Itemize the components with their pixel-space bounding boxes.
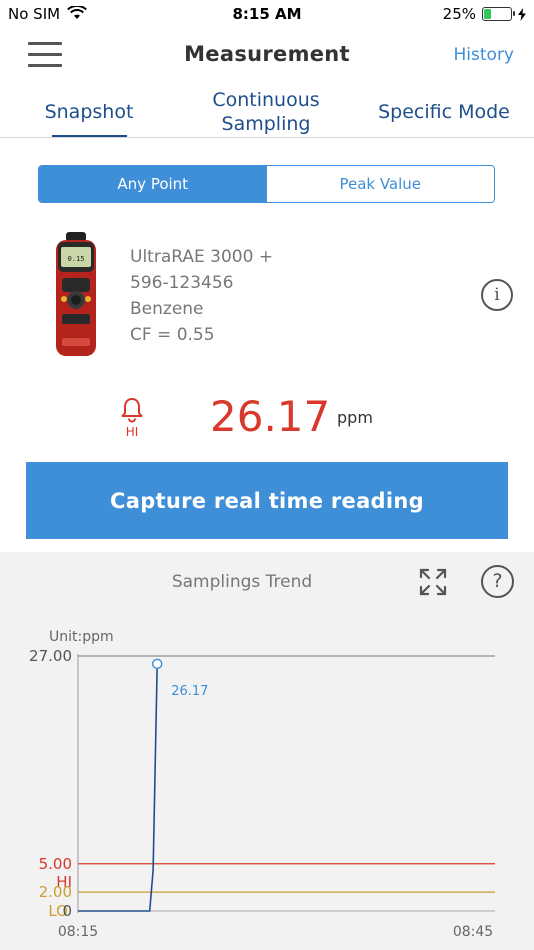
device-model: UltraRAE 3000 + — [130, 247, 274, 267]
device-serial: 596-123456 — [130, 273, 234, 293]
help-icon[interactable]: ? — [481, 565, 514, 598]
y-tick-label: 27.00 — [29, 647, 72, 665]
device-screen-value: 0.15 — [68, 255, 85, 263]
battery-percent: 25% — [442, 5, 476, 23]
reading-value: 26.17 — [210, 392, 331, 441]
y-tick-label: 2.00 — [39, 883, 72, 901]
series-line — [78, 663, 158, 912]
device-gas: Benzene — [130, 299, 204, 319]
trend-title: Samplings Trend — [171, 572, 313, 592]
segment-peak-value[interactable]: Peak Value — [266, 166, 494, 202]
tab-snapshot-label: Snapshot — [44, 101, 134, 123]
device-image: 0.15 — [56, 232, 96, 356]
tab-specific-mode[interactable]: Specific Mode — [368, 100, 520, 124]
alarm-level-label: HI — [125, 425, 139, 439]
x-tick-label: 08:15 — [58, 924, 98, 940]
mode-segment-control: Any Point Peak Value — [38, 165, 495, 203]
status-bar: No SIM 8:15 AM 25% — [0, 0, 534, 28]
tab-continuous-sampling[interactable]: Continuous Sampling — [190, 88, 342, 136]
expand-icon[interactable] — [418, 567, 448, 597]
y-tick-label: 0 — [62, 902, 72, 920]
tab-continuous-label-line2: Sampling — [221, 113, 311, 135]
peak-data-label: 26.17 — [171, 684, 208, 699]
x-tick-label: 08:45 — [453, 924, 493, 940]
reading-unit: ppm — [337, 408, 373, 427]
tab-divider — [0, 137, 534, 138]
segment-any-point[interactable]: Any Point — [39, 166, 267, 202]
chart-unit-label: Unit:ppm — [49, 629, 114, 645]
charging-bolt-icon — [518, 7, 526, 21]
tab-continuous-label-line1: Continuous — [212, 89, 320, 111]
device-cf: CF = 0.55 — [130, 325, 215, 345]
info-icon[interactable]: i — [481, 279, 513, 311]
peak-point — [151, 658, 163, 670]
tab-specific-mode-label: Specific Mode — [378, 101, 510, 123]
capture-reading-button[interactable]: Capture real time reading — [26, 462, 508, 539]
history-link[interactable]: History — [454, 45, 514, 65]
battery-group: 25% — [443, 5, 526, 23]
alarm-bell-icon — [121, 398, 143, 423]
battery-icon — [482, 7, 515, 21]
trend-chart: Unit:ppm27.005.00HI2.00LO008:15 08:4526.1… — [29, 629, 495, 940]
tab-snapshot[interactable]: Snapshot — [30, 100, 148, 124]
device-info: UltraRAE 3000 + 596-123456 Benzene CF = … — [130, 244, 273, 348]
y-tick-label: 5.00 — [39, 855, 72, 873]
